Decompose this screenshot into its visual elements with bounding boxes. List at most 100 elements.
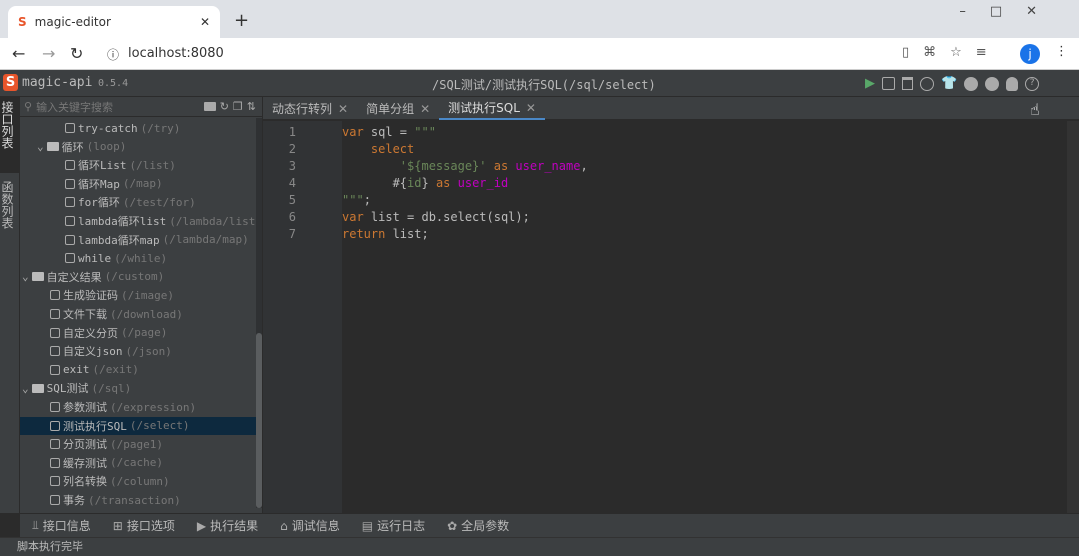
tree-item[interactable]: 测试执行SQL (/select): [20, 416, 256, 435]
code-editor[interactable]: var sql = """ select '${message}' as use…: [342, 121, 1067, 513]
bottom-tab[interactable]: ⊞ 接口选项: [113, 517, 175, 534]
line-number: 3: [288, 159, 296, 173]
options-icon: ⊞: [112, 518, 123, 533]
address-bar: ← → ↻ ⓘ localhost:8080 ▯⌘☆≡ j ⋮: [0, 38, 1079, 70]
tree-item-name: 循环Map: [78, 177, 120, 191]
code-token: return: [342, 227, 386, 241]
github-icon[interactable]: [985, 76, 1000, 91]
folder-icon: [31, 272, 44, 282]
bottom-tab[interactable]: ▶ 执行结果: [197, 517, 258, 534]
back-icon[interactable]: ←: [12, 44, 25, 63]
tree-item-name: 自定义json: [63, 345, 123, 359]
tree-folder[interactable]: ⌄ 循环 (loop): [20, 138, 126, 156]
search-input[interactable]: 输入关键字搜索: [36, 99, 200, 115]
tree-item[interactable]: 分页测试 (/page1): [20, 435, 163, 453]
code-line: #{id} as user_id: [342, 175, 509, 192]
bottom-tab[interactable]: ⌂ 调试信息: [280, 517, 340, 534]
sort-icon[interactable]: ⇅: [247, 100, 256, 113]
api-script-icon: [65, 234, 75, 245]
url-input[interactable]: localhost:8080: [128, 46, 224, 61]
refresh-icon[interactable]: ↻: [220, 100, 229, 113]
delete-icon[interactable]: [902, 77, 913, 90]
chevron-down-icon[interactable]: ⌄: [37, 140, 44, 153]
history-icon[interactable]: [920, 76, 934, 91]
chevron-down-icon[interactable]: ⌄: [22, 270, 29, 283]
tree-item[interactable]: 循环Map (/map): [20, 175, 163, 193]
help-icon[interactable]: ?: [1025, 76, 1040, 91]
current-api-title: /SQL测试/测试执行SQL(/sql/select): [432, 78, 656, 92]
browser-tab[interactable]: S magic-editor ✕: [8, 6, 220, 38]
close-tab-icon[interactable]: ✕: [200, 15, 210, 29]
tree-item[interactable]: 事务 (/transaction): [20, 491, 181, 509]
qq-icon[interactable]: [1006, 76, 1019, 91]
browser-toolbar-icons[interactable]: ▯⌘☆≡: [902, 45, 1001, 60]
tree-item[interactable]: lambda循环list (/lambda/list): [20, 212, 262, 230]
tree-item-name: 参数测试: [63, 401, 107, 414]
tree-item[interactable]: 列名转换 (/column): [20, 472, 170, 490]
editor-tab[interactable]: 动态行转列 ✕: [263, 97, 357, 120]
line-number: 4: [288, 176, 296, 190]
editor-tab-label: 简单分组: [366, 102, 415, 116]
forward-icon[interactable]: →: [42, 44, 55, 63]
api-script-icon: [50, 402, 60, 412]
close-icon[interactable]: ✕: [338, 102, 348, 116]
save-icon[interactable]: [882, 77, 895, 90]
tree-item[interactable]: 循环List (/list): [20, 156, 176, 174]
tree-item[interactable]: 自定义json (/json): [20, 342, 172, 360]
tree-item[interactable]: 生成验证码 (/image): [20, 286, 174, 304]
app-name: magic-api: [22, 75, 93, 90]
status-bar: 脚本执行完毕: [0, 537, 1079, 556]
api-tree-panel: ⚲ 输入关键字搜索 ↻ ❐ ⇅ try-catch (/try) ⌄ 循环 (loop)…: [20, 97, 263, 513]
api-script-icon: [65, 253, 75, 264]
chevron-down-icon[interactable]: ⌄: [22, 382, 29, 395]
editor-scrollbar[interactable]: [1067, 121, 1079, 513]
tree-item[interactable]: 文件下载 (/download): [20, 305, 183, 323]
tree-folder[interactable]: ⌄ 自定义结果 (/custom): [20, 268, 164, 286]
tree-item[interactable]: lambda循环map (/lambda/map): [20, 231, 249, 249]
reload-icon[interactable]: ↻: [70, 44, 83, 63]
line-number: 5: [288, 193, 296, 207]
line-number: 2: [288, 142, 296, 156]
tree-item-name: 测试执行SQL: [63, 419, 127, 433]
tree-item-name: 自定义结果: [46, 270, 102, 284]
close-icon[interactable]: ✕: [526, 101, 536, 115]
tree-item[interactable]: exit (/exit): [20, 361, 139, 379]
api-script-icon: [50, 346, 60, 357]
avatar[interactable]: j: [1020, 44, 1040, 64]
tree-item-path: (/image): [121, 288, 174, 302]
bottom-tab[interactable]: ✿ 全局参数: [447, 517, 509, 534]
code-token: list;: [385, 227, 429, 241]
editor-tab-label: 测试执行SQL: [448, 101, 520, 115]
tree-item-name: 循环List: [78, 159, 127, 173]
tree-item-name: 文件下载: [63, 308, 107, 321]
tree-item[interactable]: 自定义分页 (/page): [20, 324, 167, 342]
bottom-tab[interactable]: ▤ 运行日志: [362, 517, 425, 534]
tree-item-name: 循环: [61, 140, 84, 154]
side-tab-function-list[interactable]: 函数列表: [0, 173, 19, 249]
gitee-icon[interactable]: [964, 76, 979, 91]
new-tab-button[interactable]: +: [234, 10, 249, 31]
menu-icon[interactable]: ⋮: [1055, 44, 1068, 59]
tree-item[interactable]: while (/while): [20, 249, 167, 267]
tree-item[interactable]: 参数测试 (/expression): [20, 398, 196, 416]
bottom-tab[interactable]: ⫫ 接口信息: [32, 517, 91, 534]
api-script-icon: [65, 123, 75, 133]
tree-folder[interactable]: ⌄ SQL测试 (/sql): [20, 379, 131, 397]
tree-item[interactable]: 缓存测试 (/cache): [20, 454, 163, 472]
api-script-icon: [65, 178, 75, 189]
tree-scrollbar[interactable]: [256, 118, 262, 508]
editor-tab[interactable]: 简单分组 ✕: [357, 97, 439, 120]
side-tab-api-list[interactable]: 接口列表: [0, 97, 19, 173]
run-icon[interactable]: ▶: [865, 76, 875, 91]
tree-item[interactable]: try-catch (/try): [20, 119, 180, 137]
close-icon[interactable]: ✕: [420, 102, 430, 116]
window-controls[interactable]: –□✕: [959, 4, 1061, 19]
tree-item[interactable]: for循环 (/test/for): [20, 193, 196, 211]
tree-item-path: (/try): [140, 121, 181, 135]
skin-icon[interactable]: 👕: [941, 76, 957, 91]
editor-tab[interactable]: 测试执行SQL ✕: [439, 97, 545, 120]
new-folder-icon[interactable]: [203, 102, 216, 111]
tree-item-path: (loop): [86, 140, 127, 154]
collapse-icon[interactable]: ❐: [233, 100, 243, 113]
